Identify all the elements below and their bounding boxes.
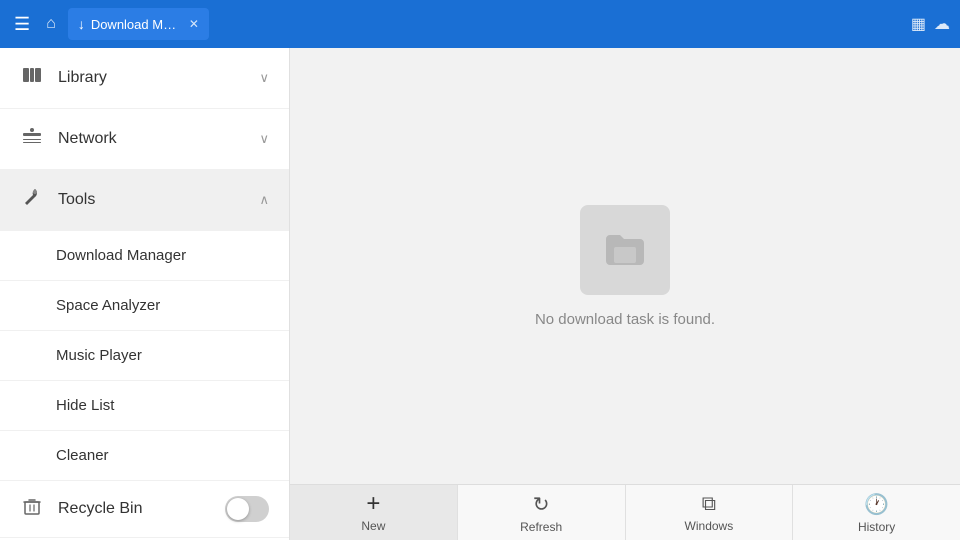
sidebar-item-tools[interactable]: Tools ∧ (0, 170, 289, 231)
windows-button[interactable]: ⧉ Windows (626, 485, 794, 540)
windows-label: Windows (685, 519, 734, 533)
sidebar-item-network[interactable]: Network ∨ (0, 109, 289, 170)
tools-icon (20, 186, 44, 214)
history-icon: 🕐 (864, 492, 889, 517)
history-button[interactable]: 🕐 History (793, 485, 960, 540)
cloud-icon[interactable]: ☁ (934, 14, 950, 34)
menu-icon[interactable]: ☰ (10, 10, 34, 39)
grid-icon[interactable]: ▦ (911, 14, 926, 34)
network-icon (20, 125, 44, 153)
library-label: Library (58, 69, 245, 87)
tools-chevron: ∧ (259, 192, 269, 208)
new-button[interactable]: + New (290, 485, 458, 540)
history-label: History (858, 520, 895, 534)
header: ☰ ⌂ ↓ Download Ma... ✕ ▦ ☁ (0, 0, 960, 48)
sidebar-subitem-cleaner[interactable]: Cleaner (0, 431, 289, 481)
network-chevron: ∨ (259, 131, 269, 147)
music-player-label: Music Player (56, 347, 269, 364)
download-icon: ↓ (78, 16, 85, 32)
sidebar: Library ∨ Network ∨ (0, 48, 290, 540)
refresh-button[interactable]: ↻ Refresh (458, 485, 626, 540)
cleaner-label: Cleaner (56, 447, 269, 464)
new-label: New (361, 519, 385, 533)
download-manager-label: Download Manager (56, 247, 269, 264)
plus-icon: + (366, 492, 380, 516)
hide-list-label: Hide List (56, 397, 269, 414)
recycle-bin-toggle-row[interactable]: Recycle Bin (0, 481, 289, 538)
main-container: Library ∨ Network ∨ (0, 48, 960, 540)
empty-state: No download task is found. (290, 48, 960, 484)
sidebar-item-library[interactable]: Library ∨ (0, 48, 289, 109)
space-analyzer-label: Space Analyzer (56, 297, 269, 314)
active-tab[interactable]: ↓ Download Ma... ✕ (68, 8, 209, 40)
sidebar-subitem-space-analyzer[interactable]: Space Analyzer (0, 281, 289, 331)
recycle-bin-label: Recycle Bin (58, 500, 211, 518)
close-tab-button[interactable]: ✕ (189, 17, 199, 31)
refresh-icon: ↻ (533, 492, 550, 517)
recycle-bin-icon (20, 495, 44, 523)
windows-icon: ⧉ (702, 493, 716, 516)
sidebar-subitem-music-player[interactable]: Music Player (0, 331, 289, 381)
library-icon (20, 64, 44, 92)
network-label: Network (58, 130, 245, 148)
sidebar-subitem-hide-list[interactable]: Hide List (0, 381, 289, 431)
recycle-bin-toggle[interactable] (225, 496, 269, 522)
tools-label: Tools (58, 191, 245, 209)
refresh-label: Refresh (520, 520, 562, 534)
empty-message: No download task is found. (535, 311, 715, 328)
recycle-bin-toggle-knob (227, 498, 249, 520)
toolbar: + New ↻ Refresh ⧉ Windows 🕐 History (290, 484, 960, 540)
sidebar-subitem-download-manager[interactable]: Download Manager (0, 231, 289, 281)
empty-folder-icon (580, 205, 670, 295)
content-area: No download task is found. + New ↻ Refre… (290, 48, 960, 540)
library-chevron: ∨ (259, 70, 269, 86)
home-icon[interactable]: ⌂ (42, 11, 60, 37)
tab-label: Download Ma... (91, 17, 181, 32)
